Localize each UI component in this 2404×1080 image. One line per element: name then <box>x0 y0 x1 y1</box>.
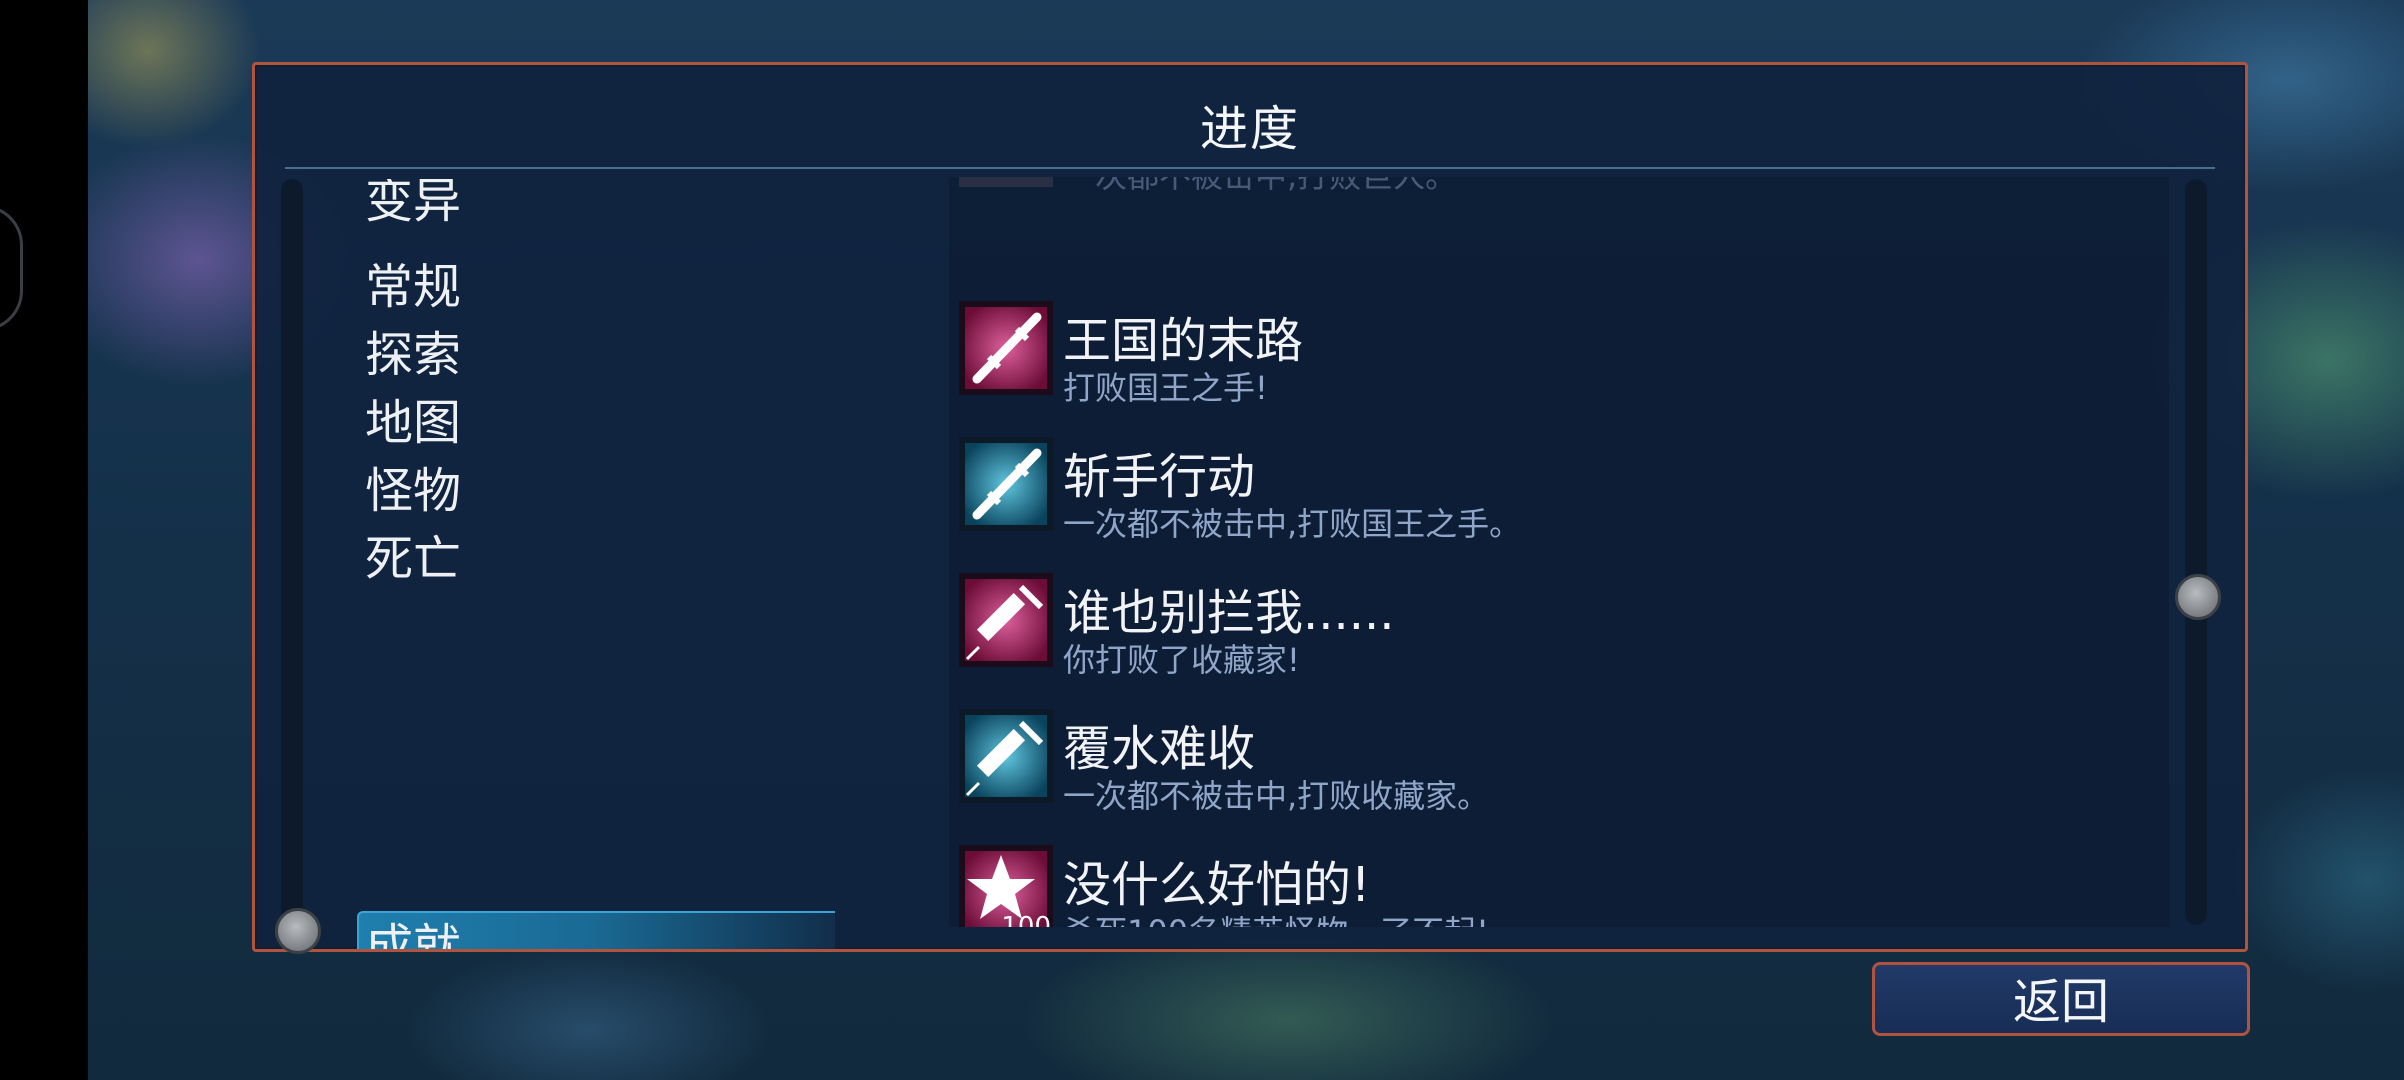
list-item[interactable]: 王国的末路 打败国王之手! <box>959 301 2139 421</box>
title-divider <box>285 167 2215 169</box>
achievement-title: 谁也别拦我...... <box>1063 585 1395 641</box>
category-item-general[interactable]: 常规 <box>365 247 461 317</box>
list-item[interactable]: 斩手行动 一次都不被击中,打败国王之手。 <box>959 437 2139 557</box>
screen-edge <box>0 0 88 1080</box>
back-button[interactable]: 返回 <box>1872 962 2250 1036</box>
achievement-list: 一次都不被击中,打败巨人。 王国的末路 打败国王之手! <box>949 177 2169 927</box>
achievement-icon <box>959 177 1053 187</box>
page-title: 进度 <box>1199 101 1300 157</box>
list-item[interactable]: 一次都不被击中,打败巨人。 <box>959 177 2139 279</box>
achievement-scroll-knob[interactable] <box>2175 574 2221 620</box>
achievement-title: 没什么好怕的! <box>1063 857 1371 913</box>
achievement-description: 你打败了收藏家! <box>1063 641 1300 679</box>
achievement-title: 斩手行动 <box>1063 449 1256 505</box>
achievement-title: 覆水难收 <box>1063 721 1256 777</box>
list-item[interactable]: 100 没什么好怕的! 杀死100名精英怪物。了不起! <box>959 845 2139 927</box>
category-item-explore[interactable]: 探索 <box>365 315 461 385</box>
achievement-title: 王国的末路 <box>1063 313 1304 369</box>
achievement-description: 打败国王之手! <box>1063 369 1268 407</box>
category-item-mutation[interactable]: 变异 <box>365 179 461 231</box>
category-scrollbar[interactable] <box>281 179 303 925</box>
achievement-description: 一次都不被击中,打败国王之手。 <box>1063 505 1522 543</box>
category-item-death[interactable]: 死亡 <box>365 519 461 589</box>
pink-star-icon: 100 <box>959 845 1053 927</box>
pink-syringe-icon <box>959 573 1053 667</box>
achievement-description: 一次都不被击中,打败收藏家。 <box>1063 777 1490 815</box>
category-item-map[interactable]: 地图 <box>365 383 461 453</box>
achievement-scrollbar[interactable] <box>2185 179 2207 925</box>
cyan-sword-icon <box>959 437 1053 531</box>
achievement-description: 杀死100名精英怪物。了不起! <box>1063 907 1489 927</box>
category-item-monsters[interactable]: 怪物 <box>365 451 461 521</box>
progress-panel: 进度 变异 常规 探索 地图 怪物 死亡 成就 一次都不被击中,打败巨人。 <box>252 62 2248 954</box>
pink-sword-icon <box>959 301 1053 395</box>
camera-cutout <box>0 205 23 331</box>
category-list: 变异 常规 探索 地图 怪物 死亡 成就 <box>315 179 835 949</box>
achievement-description: 一次都不被击中,打败巨人。 <box>1063 177 1457 197</box>
list-item[interactable]: 谁也别拦我...... 你打败了收藏家! <box>959 573 2139 693</box>
category-scroll-knob[interactable] <box>275 908 321 954</box>
category-item-achievements[interactable]: 成就 <box>365 907 461 949</box>
cyan-syringe-icon <box>959 709 1053 803</box>
list-item[interactable]: 覆水难收 一次都不被击中,打败收藏家。 <box>959 709 2139 829</box>
achievement-badge: 100 <box>1001 912 1051 927</box>
